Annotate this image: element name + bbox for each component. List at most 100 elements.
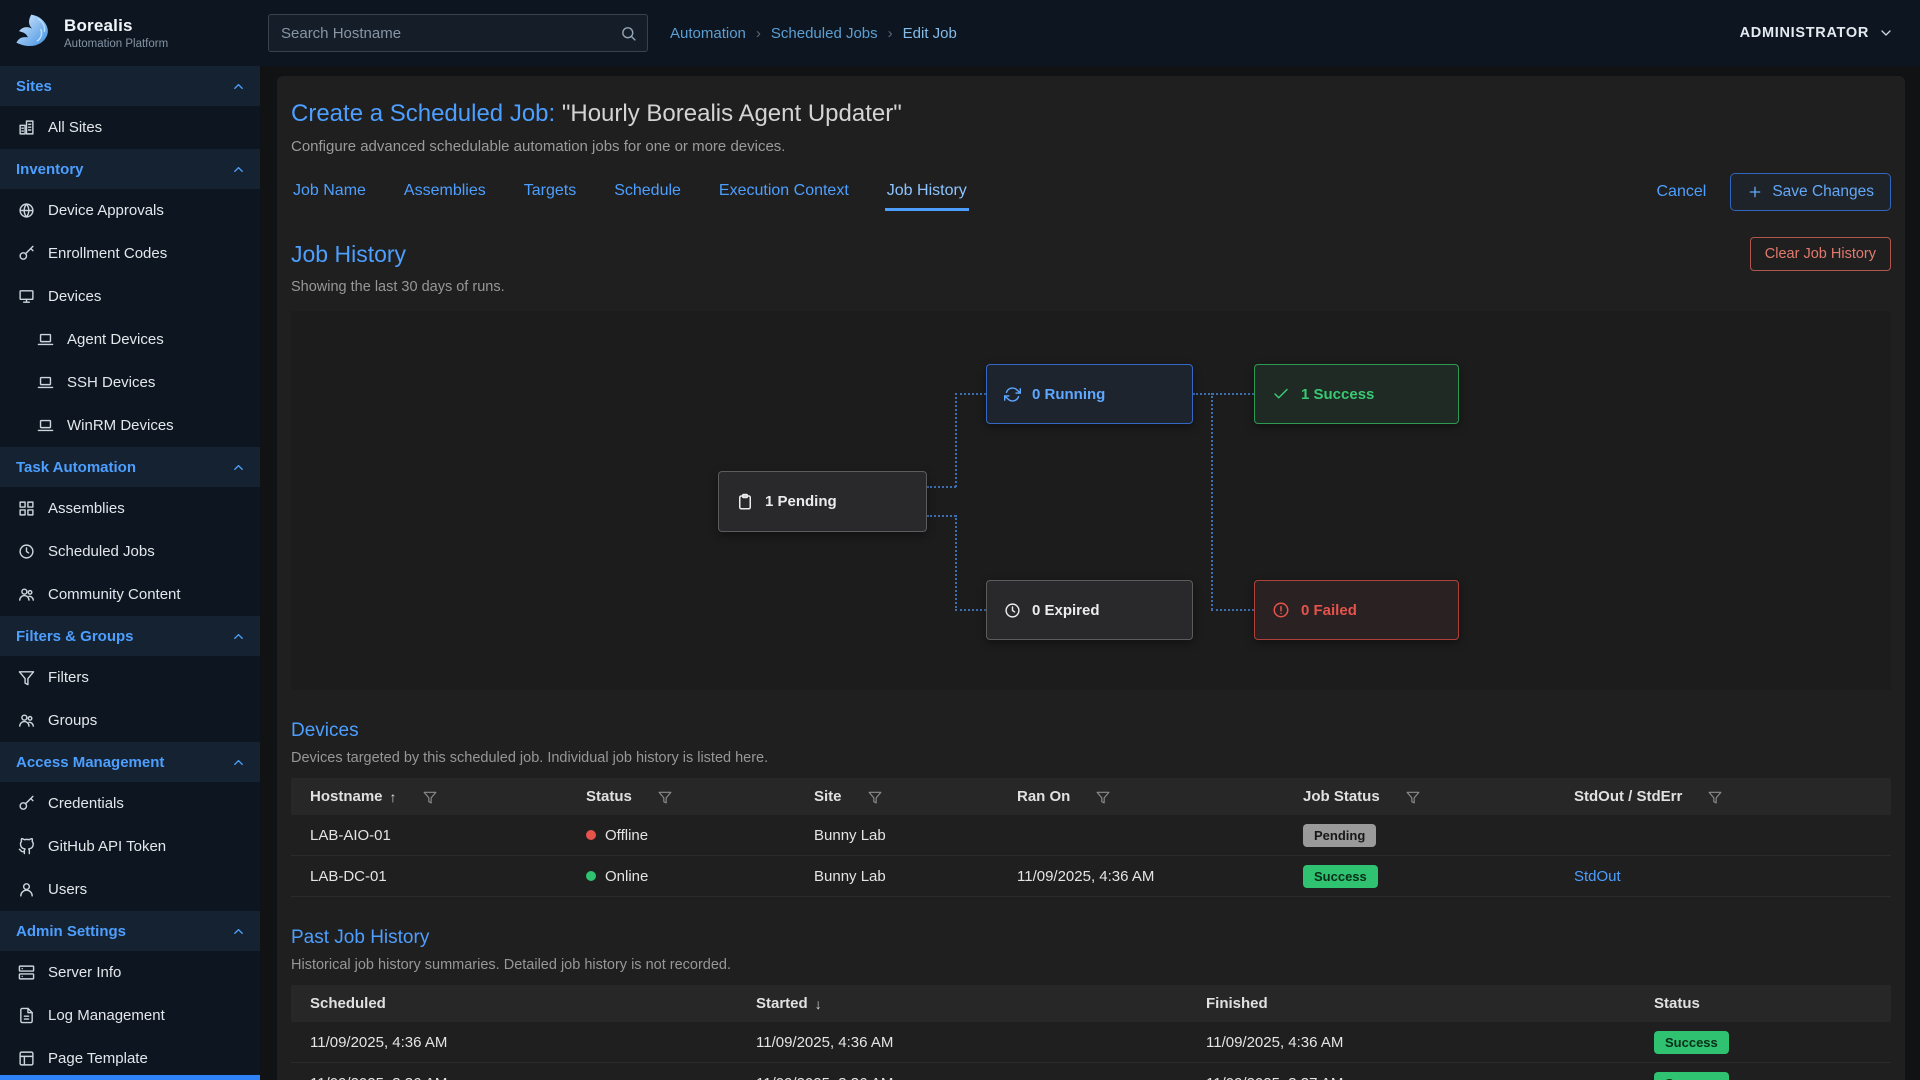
flow-box-label: 0 Failed (1301, 602, 1357, 619)
flow-box-success[interactable]: 1 Success (1254, 364, 1459, 424)
sidebar-item-agent-devices[interactable]: Agent Devices (0, 318, 260, 361)
search-input[interactable] (269, 25, 620, 42)
sort-asc-icon: ↑ (390, 789, 397, 805)
filter-icon[interactable] (658, 790, 672, 804)
devices-column-status[interactable]: Status (586, 788, 814, 805)
chevron-up-icon (231, 924, 246, 939)
section-label: Access Management (16, 754, 164, 771)
tab-job-name[interactable]: Job Name (291, 174, 368, 211)
filter-icon[interactable] (423, 790, 437, 804)
sidebar-item-devices[interactable]: Devices (0, 275, 260, 318)
sidebar-section-task-automation[interactable]: Task Automation (0, 447, 260, 487)
sidebar-item-community-content[interactable]: Community Content (0, 573, 260, 616)
tab-execution-context[interactable]: Execution Context (717, 174, 851, 211)
user-icon (18, 881, 35, 898)
flow-connector (955, 609, 986, 611)
past-column-started[interactable]: Started↓ (756, 995, 1206, 1012)
past-job-row[interactable]: 11/09/2025, 3:36 AM11/09/2025, 3:36 AM11… (291, 1063, 1891, 1080)
save-changes-button[interactable]: Save Changes (1730, 173, 1891, 211)
nav-item-label: Users (48, 881, 87, 898)
flow-box-label: 0 Running (1032, 386, 1105, 403)
nav-item-label: Log Management (48, 1007, 165, 1024)
status-label: Offline (605, 827, 648, 844)
past-table-header: ScheduledStarted↓FinishedStatus (291, 985, 1891, 1022)
cancel-button[interactable]: Cancel (1657, 183, 1707, 201)
nav-item-label: Page Template (48, 1050, 148, 1067)
brand-tagline: Automation Platform (64, 38, 168, 50)
sidebar-item-all-sites[interactable]: All Sites (0, 106, 260, 149)
devices-column-hostname[interactable]: Hostname↑ (291, 788, 586, 805)
sidebar: Borealis Automation Platform SitesAll Si… (0, 0, 260, 1080)
page-title: Create a Scheduled Job: "Hourly Borealis… (291, 76, 1891, 128)
sidebar-item-assemblies[interactable]: Assemblies (0, 487, 260, 530)
sidebar-section-access-management[interactable]: Access Management (0, 742, 260, 782)
sidebar-section-admin-settings[interactable]: Admin Settings (0, 911, 260, 951)
job-history-subheading: Showing the last 30 days of runs. (291, 279, 1891, 295)
sidebar-item-filters[interactable]: Filters (0, 656, 260, 699)
past-column-scheduled[interactable]: Scheduled (291, 995, 756, 1012)
status-label: Online (605, 868, 648, 885)
breadcrumb-scheduled-jobs[interactable]: Scheduled Jobs (771, 25, 878, 42)
search-icon[interactable] (620, 25, 637, 42)
devices-column-job-status[interactable]: Job Status (1303, 788, 1574, 805)
flow-box-pending[interactable]: 1 Pending (718, 471, 927, 532)
tab-schedule[interactable]: Schedule (612, 174, 683, 211)
sidebar-section-sites[interactable]: Sites (0, 66, 260, 106)
devices-column-stdout-stderr[interactable]: StdOut / StdErr (1574, 788, 1891, 805)
clear-job-history-button[interactable]: Clear Job History (1750, 237, 1891, 271)
past-column-status[interactable]: Status (1654, 995, 1891, 1012)
past-table-body: 11/09/2025, 4:36 AM11/09/2025, 4:36 AM11… (291, 1022, 1891, 1080)
nav-item-label: Enrollment Codes (48, 245, 167, 262)
sidebar-item-enrollment-codes[interactable]: Enrollment Codes (0, 232, 260, 275)
filter-icon[interactable] (868, 790, 882, 804)
breadcrumb-separator: › (888, 25, 893, 42)
sidebar-selected-item-partial[interactable] (0, 1075, 260, 1080)
breadcrumb-automation[interactable]: Automation (670, 25, 746, 42)
stdout-cell: StdOut (1574, 868, 1891, 885)
key-icon (18, 795, 35, 812)
sidebar-item-log-management[interactable]: Log Management (0, 994, 260, 1037)
sidebar-item-device-approvals[interactable]: Device Approvals (0, 189, 260, 232)
sidebar-item-groups[interactable]: Groups (0, 699, 260, 742)
devices-column-site[interactable]: Site (814, 788, 1017, 805)
sidebar-item-scheduled-jobs[interactable]: Scheduled Jobs (0, 530, 260, 573)
log-icon (18, 1007, 35, 1024)
tab-targets[interactable]: Targets (522, 174, 578, 211)
past-job-row[interactable]: 11/09/2025, 4:36 AM11/09/2025, 4:36 AM11… (291, 1022, 1891, 1063)
breadcrumb-edit-job[interactable]: Edit Job (903, 25, 957, 42)
past-job-history-table: ScheduledStarted↓FinishedStatus 11/09/20… (291, 985, 1891, 1080)
content-panel: Create a Scheduled Job: "Hourly Borealis… (277, 76, 1905, 1080)
filter-icon[interactable] (1708, 790, 1722, 804)
sidebar-section-filters-groups[interactable]: Filters & Groups (0, 616, 260, 656)
device-row-lab-aio-01[interactable]: LAB-AIO-01OfflineBunny LabPending (291, 815, 1891, 856)
devices-column-ran-on[interactable]: Ran On (1017, 788, 1303, 805)
user-menu[interactable]: ADMINISTRATOR (1740, 25, 1894, 41)
flow-box-running[interactable]: 0 Running (986, 364, 1193, 424)
flow-box-failed[interactable]: 0 Failed (1254, 580, 1459, 640)
brand[interactable]: Borealis Automation Platform (0, 0, 260, 66)
tab-job-history[interactable]: Job History (885, 174, 969, 211)
filter-icon[interactable] (1096, 790, 1110, 804)
flow-box-expired[interactable]: 0 Expired (986, 580, 1193, 640)
section-label: Inventory (16, 161, 84, 178)
stdout-link[interactable]: StdOut (1574, 868, 1621, 885)
job-history-heading: Job History (291, 241, 406, 268)
sidebar-item-credentials[interactable]: Credentials (0, 782, 260, 825)
job-status-badge: Success (1303, 865, 1378, 888)
past-column-finished[interactable]: Finished (1206, 995, 1654, 1012)
laptop-icon (37, 417, 54, 434)
filter-icon[interactable] (1406, 790, 1420, 804)
sidebar-item-ssh-devices[interactable]: SSH Devices (0, 361, 260, 404)
scheduled-cell: 11/09/2025, 3:36 AM (291, 1075, 756, 1080)
sidebar-item-page-template[interactable]: Page Template (0, 1037, 260, 1080)
tab-assemblies[interactable]: Assemblies (402, 174, 488, 211)
sidebar-item-users[interactable]: Users (0, 868, 260, 911)
device-row-lab-dc-01[interactable]: LAB-DC-01OnlineBunny Lab11/09/2025, 4:36… (291, 856, 1891, 897)
sidebar-item-server-info[interactable]: Server Info (0, 951, 260, 994)
sidebar-section-inventory[interactable]: Inventory (0, 149, 260, 189)
brand-name: Borealis (64, 16, 168, 36)
flow-connector (955, 393, 957, 487)
sidebar-item-github-api-token[interactable]: GitHub API Token (0, 825, 260, 868)
nav-item-label: Server Info (48, 964, 121, 981)
sidebar-item-winrm-devices[interactable]: WinRM Devices (0, 404, 260, 447)
